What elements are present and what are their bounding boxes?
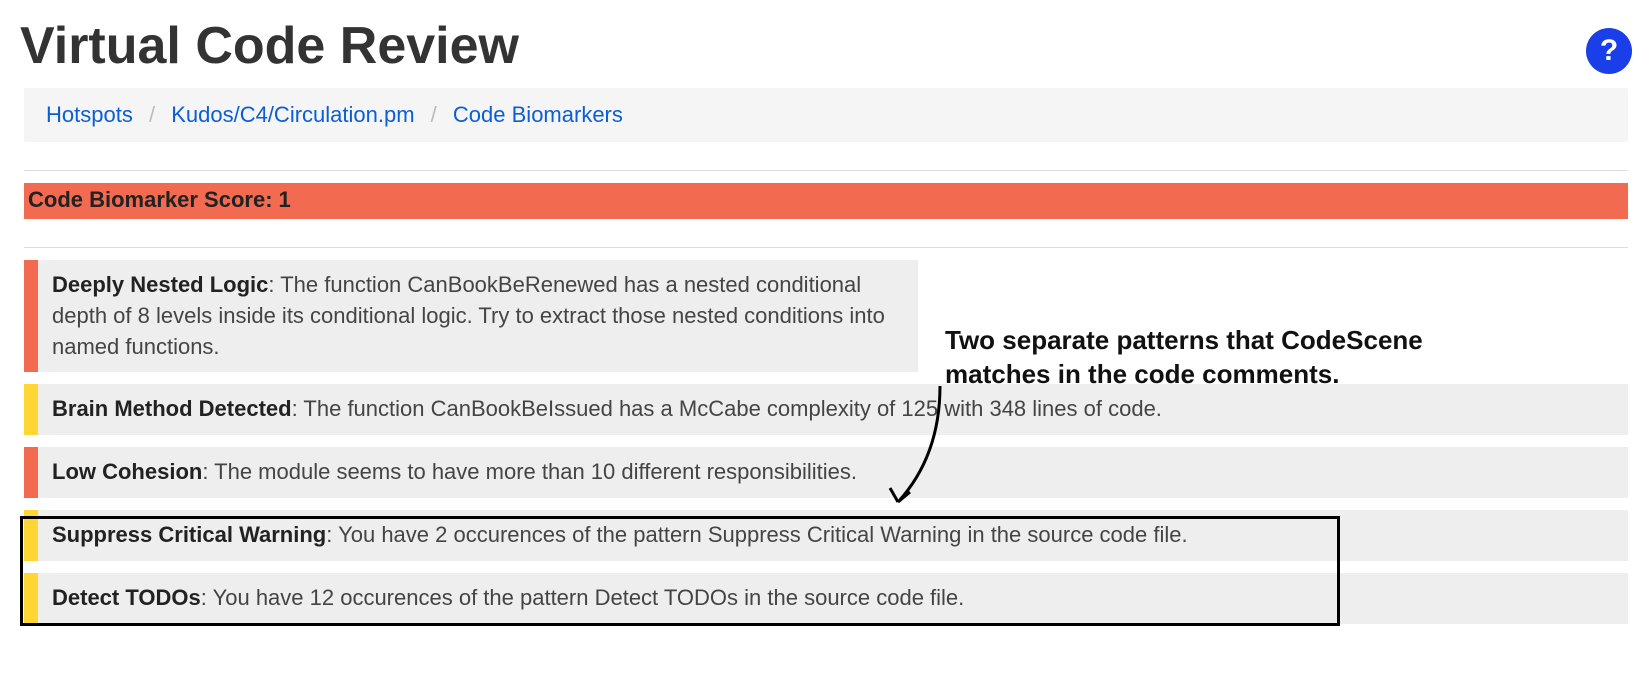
breadcrumb-separator: / (139, 102, 165, 127)
divider (24, 170, 1628, 171)
severity-indicator-red (24, 447, 38, 498)
finding-desc: : The function CanBookBeIssued has a McC… (292, 396, 1162, 421)
finding-title: Detect TODOs (52, 585, 201, 610)
breadcrumb-hotspots[interactable]: Hotspots (46, 102, 133, 127)
finding-row: Suppress Critical Warning: You have 2 oc… (24, 510, 1628, 561)
finding-title: Deeply Nested Logic (52, 272, 268, 297)
finding-body: Deeply Nested Logic: The function CanBoo… (38, 260, 918, 372)
help-icon[interactable]: ? (1586, 28, 1632, 74)
finding-body: Low Cohesion: The module seems to have m… (38, 447, 1628, 498)
severity-indicator-yellow (24, 573, 38, 624)
breadcrumb-biomarkers[interactable]: Code Biomarkers (453, 102, 623, 127)
divider (24, 247, 1628, 248)
finding-row: Brain Method Detected: The function CanB… (24, 384, 1628, 435)
annotation-text: Two separate patterns that CodeScene mat… (945, 324, 1505, 392)
finding-body: Suppress Critical Warning: You have 2 oc… (38, 510, 1628, 561)
biomarker-score-bar: Code Biomarker Score: 1 (24, 183, 1628, 219)
severity-indicator-yellow (24, 510, 38, 561)
annotation-line1: Two separate patterns that CodeScene (945, 325, 1423, 355)
finding-body: Brain Method Detected: The function CanB… (38, 384, 1628, 435)
page-root: Virtual Code Review ? Hotspots / Kudos/C… (20, 16, 1632, 624)
finding-body: Detect TODOs: You have 12 occurences of … (38, 573, 1628, 624)
breadcrumb-file[interactable]: Kudos/C4/Circulation.pm (171, 102, 414, 127)
finding-desc: : You have 12 occurences of the pattern … (201, 585, 965, 610)
finding-title: Brain Method Detected (52, 396, 292, 421)
breadcrumb: Hotspots / Kudos/C4/Circulation.pm / Cod… (24, 88, 1628, 142)
finding-row: Low Cohesion: The module seems to have m… (24, 447, 1628, 498)
page-title: Virtual Code Review (20, 16, 519, 76)
finding-desc: : The module seems to have more than 10 … (202, 459, 857, 484)
header: Virtual Code Review ? (20, 16, 1632, 88)
finding-title: Low Cohesion (52, 459, 202, 484)
finding-row: Detect TODOs: You have 12 occurences of … (24, 573, 1628, 624)
finding-title: Suppress Critical Warning (52, 522, 326, 547)
score-label: Code Biomarker Score: (28, 187, 273, 213)
breadcrumb-separator: / (421, 102, 447, 127)
annotation-line2: matches in the code comments. (945, 359, 1339, 389)
finding-desc: : You have 2 occurences of the pattern S… (326, 522, 1187, 547)
severity-indicator-yellow (24, 384, 38, 435)
severity-indicator-red (24, 260, 38, 372)
findings-list: Deeply Nested Logic : The function CanBoo… (24, 260, 1628, 624)
score-value: 1 (279, 187, 291, 213)
